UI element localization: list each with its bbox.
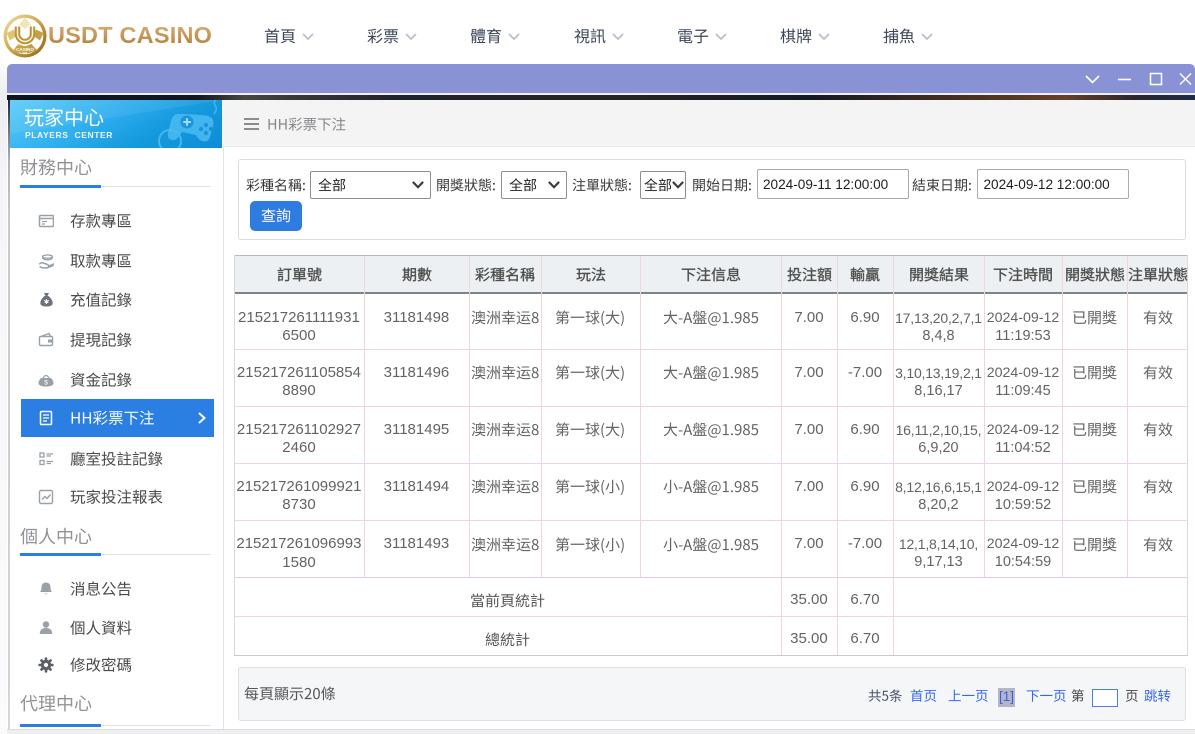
svg-text:$: $ xyxy=(44,379,48,386)
svg-text:CASINO: CASINO xyxy=(16,47,34,52)
